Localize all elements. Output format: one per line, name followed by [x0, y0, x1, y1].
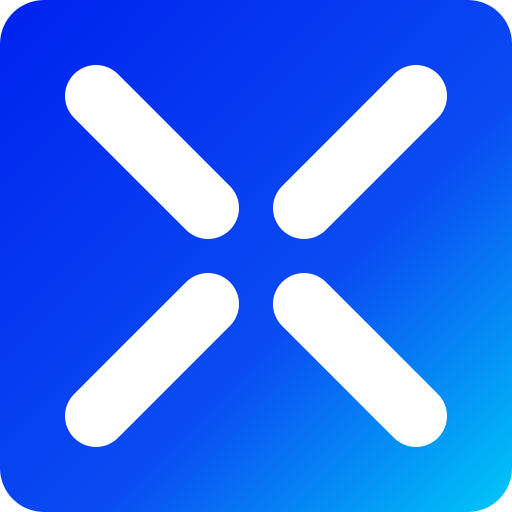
x-cross-app-icon — [0, 0, 512, 512]
app-icon[interactable] — [0, 0, 512, 512]
